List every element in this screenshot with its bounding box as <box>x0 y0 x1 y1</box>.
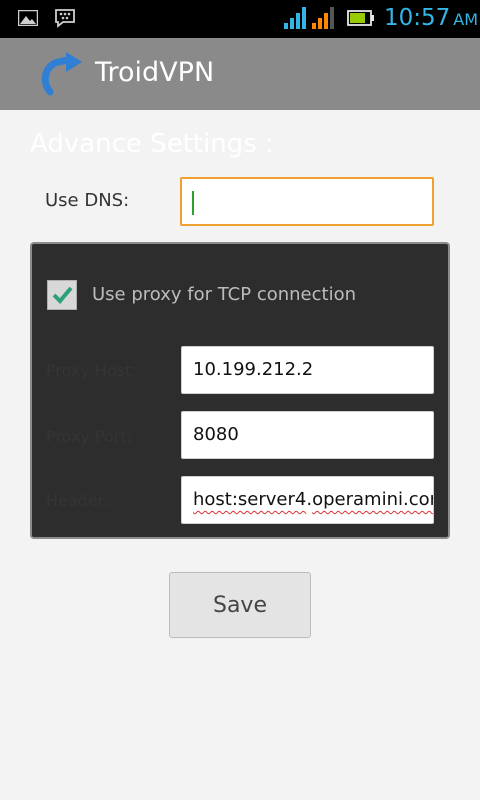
clock: 10:57 AM <box>384 5 478 31</box>
action-bar: TroidVPN <box>0 38 480 110</box>
status-bar: 10:57 AM <box>0 0 480 38</box>
clock-ampm: AM <box>453 10 479 29</box>
proxy-settings-panel: Use proxy for TCP connection Proxy Host:… <box>30 242 450 539</box>
header-input[interactable]: host:server4.operamini.com <box>181 476 434 524</box>
refresh-arrow-icon[interactable] <box>40 52 88 96</box>
proxy-host-input[interactable]: 10.199.212.2 <box>181 346 434 394</box>
header-value-part: host:server4 <box>193 489 307 510</box>
clock-time: 10:57 <box>384 5 451 31</box>
dns-input[interactable] <box>180 177 434 226</box>
proxy-port-label: Proxy Port: <box>46 427 133 446</box>
header-label: Header: <box>46 491 110 510</box>
signal-icon <box>312 7 334 29</box>
save-button[interactable]: Save <box>169 572 311 638</box>
use-proxy-checkbox[interactable] <box>47 280 77 310</box>
use-proxy-label: Use proxy for TCP connection <box>92 284 356 305</box>
checkmark-icon <box>52 286 73 304</box>
app-title: TroidVPN <box>95 57 215 88</box>
dns-label: Use DNS: <box>45 190 130 211</box>
signal-icon <box>284 7 306 29</box>
proxy-host-label: Proxy Host: <box>46 361 137 380</box>
battery-icon <box>347 10 374 26</box>
proxy-port-input[interactable]: 8080 <box>181 411 434 459</box>
text-cursor <box>192 191 194 215</box>
gallery-icon <box>18 10 38 26</box>
section-title: Advance Settings : <box>30 129 274 159</box>
bbm-icon <box>55 9 75 28</box>
header-value-part: operamini.com <box>312 489 434 510</box>
